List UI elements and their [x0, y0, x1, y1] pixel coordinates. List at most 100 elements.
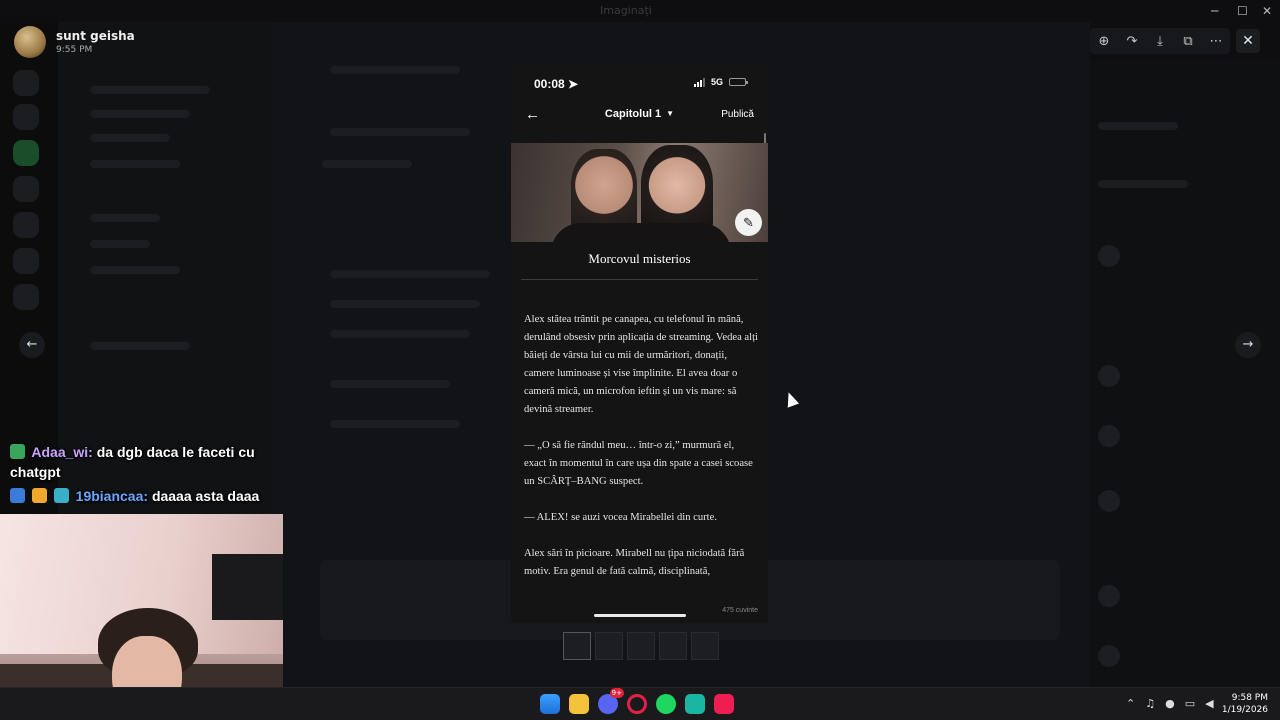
- caret-down-icon: ▼: [666, 109, 675, 118]
- thumbnail[interactable]: [691, 632, 719, 660]
- edit-pencil-icon[interactable]: ✎: [735, 209, 762, 236]
- chevron-up-icon[interactable]: ⌃: [1126, 697, 1135, 710]
- desktop: Imaginați ─ ☐ ✕ sunt geisha 9:55 PM ⊕ ↷ …: [0, 0, 1280, 720]
- discord-icon[interactable]: 9+: [598, 688, 624, 714]
- message-placeholder: [330, 66, 460, 74]
- clock[interactable]: 9:58 PM 1/19/2026: [1222, 692, 1268, 716]
- spotify-icon[interactable]: [656, 694, 676, 714]
- image-thumbnails: [563, 632, 719, 660]
- chat-message: 19biancaa: daaaa asta daaa: [10, 486, 290, 506]
- thumbnail[interactable]: [563, 632, 591, 660]
- share-icon[interactable]: ↷: [1123, 34, 1141, 49]
- message-placeholder: [330, 420, 460, 428]
- server-icon: [13, 140, 39, 166]
- minimize-icon[interactable]: ─: [1211, 4, 1218, 18]
- headphones-icon[interactable]: ♫: [1145, 697, 1155, 710]
- word-count: 475 cuvinte: [722, 607, 758, 614]
- message-placeholder: [330, 330, 470, 338]
- thumbnail[interactable]: [659, 632, 687, 660]
- channel-placeholder: [90, 134, 170, 142]
- channel-placeholder: [90, 342, 190, 350]
- message-placeholder: [330, 380, 450, 388]
- member-avatar: [1098, 585, 1120, 607]
- chat-text: daaaa asta daaa: [151, 488, 260, 504]
- message-placeholder: [330, 270, 490, 278]
- home-indicator: [594, 614, 686, 617]
- status-bar: 00:08 ➤ 5G: [511, 65, 768, 101]
- chat-username: Adaa_wi:: [31, 444, 93, 460]
- server-icon: [13, 284, 39, 310]
- zoom-icon[interactable]: ⊕: [1095, 34, 1113, 49]
- member-avatar: [1098, 645, 1120, 667]
- server-icon: [13, 176, 39, 202]
- windows-start-icon[interactable]: [540, 694, 560, 714]
- message-placeholder: [330, 300, 480, 308]
- story-paragraph: Alex sări în picioare. Mirabell nu țipa …: [524, 548, 745, 577]
- notification-badge: 9+: [609, 688, 624, 698]
- cover-image: [511, 143, 768, 242]
- member-avatar: [1098, 365, 1120, 387]
- file-explorer-icon[interactable]: [569, 694, 589, 714]
- uploader-info: sunt geisha 9:55 PM: [14, 26, 135, 58]
- member-avatar: [1098, 245, 1120, 267]
- webcam-monitor: [212, 554, 283, 620]
- badge-icon: [10, 488, 25, 503]
- thumbnail[interactable]: [595, 632, 623, 660]
- badge-icon: [10, 444, 25, 459]
- server-icon: [13, 248, 39, 274]
- battery-icon: [729, 78, 748, 86]
- taskbar: 9+ ⌃ ♫ ● ▭ ◀ 9:58 PM 1/19/2026: [0, 687, 1280, 720]
- story-paragraph: — ALEX! se auzi vocea Mirabellei din cur…: [524, 512, 717, 523]
- taskbar-apps: 9+: [540, 688, 734, 714]
- microphone-icon[interactable]: ●: [1165, 697, 1175, 710]
- publish-button[interactable]: Publică: [721, 109, 754, 120]
- opera-gx-icon[interactable]: [627, 694, 647, 714]
- uploader-name: sunt geisha: [56, 29, 135, 43]
- network-label: 5G: [710, 77, 723, 87]
- channel-placeholder: [90, 86, 210, 94]
- app-store-icon[interactable]: [685, 694, 705, 714]
- message-placeholder: [330, 128, 470, 136]
- app-header: ← Capitolul 1 ▼ Publică: [511, 101, 768, 131]
- display-icon[interactable]: ▭: [1185, 697, 1195, 710]
- clock-date: 1/19/2026: [1221, 705, 1268, 715]
- maximize-icon[interactable]: ☐: [1237, 4, 1248, 18]
- badge-icon: [53, 488, 69, 503]
- channel-placeholder: [90, 110, 190, 118]
- avatar: [14, 26, 46, 58]
- stream-chat-overlay: Adaa_wi: da dgb daca le faceti cu chatgp…: [10, 442, 290, 510]
- server-icon: [13, 70, 39, 96]
- tiktok-icon[interactable]: [714, 694, 734, 714]
- cover-clothing: [551, 223, 731, 242]
- story-title: Morcovul misterios: [588, 251, 691, 266]
- server-icon: [13, 104, 39, 130]
- channel-placeholder: [90, 214, 160, 222]
- chat-username: 19biancaa:: [75, 488, 149, 504]
- download-icon[interactable]: ⤓: [1151, 34, 1169, 49]
- server-icon: [13, 212, 39, 238]
- thumbnail[interactable]: [627, 632, 655, 660]
- clock-time: 9:58 PM: [1231, 693, 1268, 703]
- close-button[interactable]: ✕: [1236, 29, 1260, 53]
- channel-placeholder: [90, 160, 180, 168]
- previous-image-button[interactable]: ←: [19, 332, 45, 358]
- story-body: Alex stătea trântit pe canapea, cu telef…: [524, 311, 758, 599]
- window-close-icon[interactable]: ✕: [1262, 4, 1272, 18]
- upload-time: 9:55 PM: [56, 45, 93, 55]
- story-paragraph: Alex stătea trântit pe canapea, cu telef…: [524, 314, 758, 415]
- open-external-icon[interactable]: ⧉: [1179, 34, 1197, 49]
- phone-screenshot: 00:08 ➤ 5G ← Capitolul 1 ▼ Publică ✎ Morc…: [511, 65, 768, 623]
- member-avatar: [1098, 490, 1120, 512]
- channel-placeholder: [90, 240, 150, 248]
- chat-message: Adaa_wi: da dgb daca le faceti cu chatgp…: [10, 442, 290, 482]
- window-title: Imaginați: [600, 4, 652, 17]
- member-placeholder: [1098, 180, 1188, 188]
- more-icon[interactable]: ⋯: [1207, 34, 1225, 49]
- status-time: 00:08 ➤: [534, 77, 579, 91]
- volume-icon[interactable]: ◀: [1205, 697, 1213, 710]
- crown-badge-icon: [31, 488, 47, 503]
- member-placeholder: [1098, 122, 1178, 130]
- next-image-button[interactable]: →: [1235, 332, 1261, 358]
- signal-icon: [693, 77, 705, 87]
- channel-placeholder: [90, 266, 180, 274]
